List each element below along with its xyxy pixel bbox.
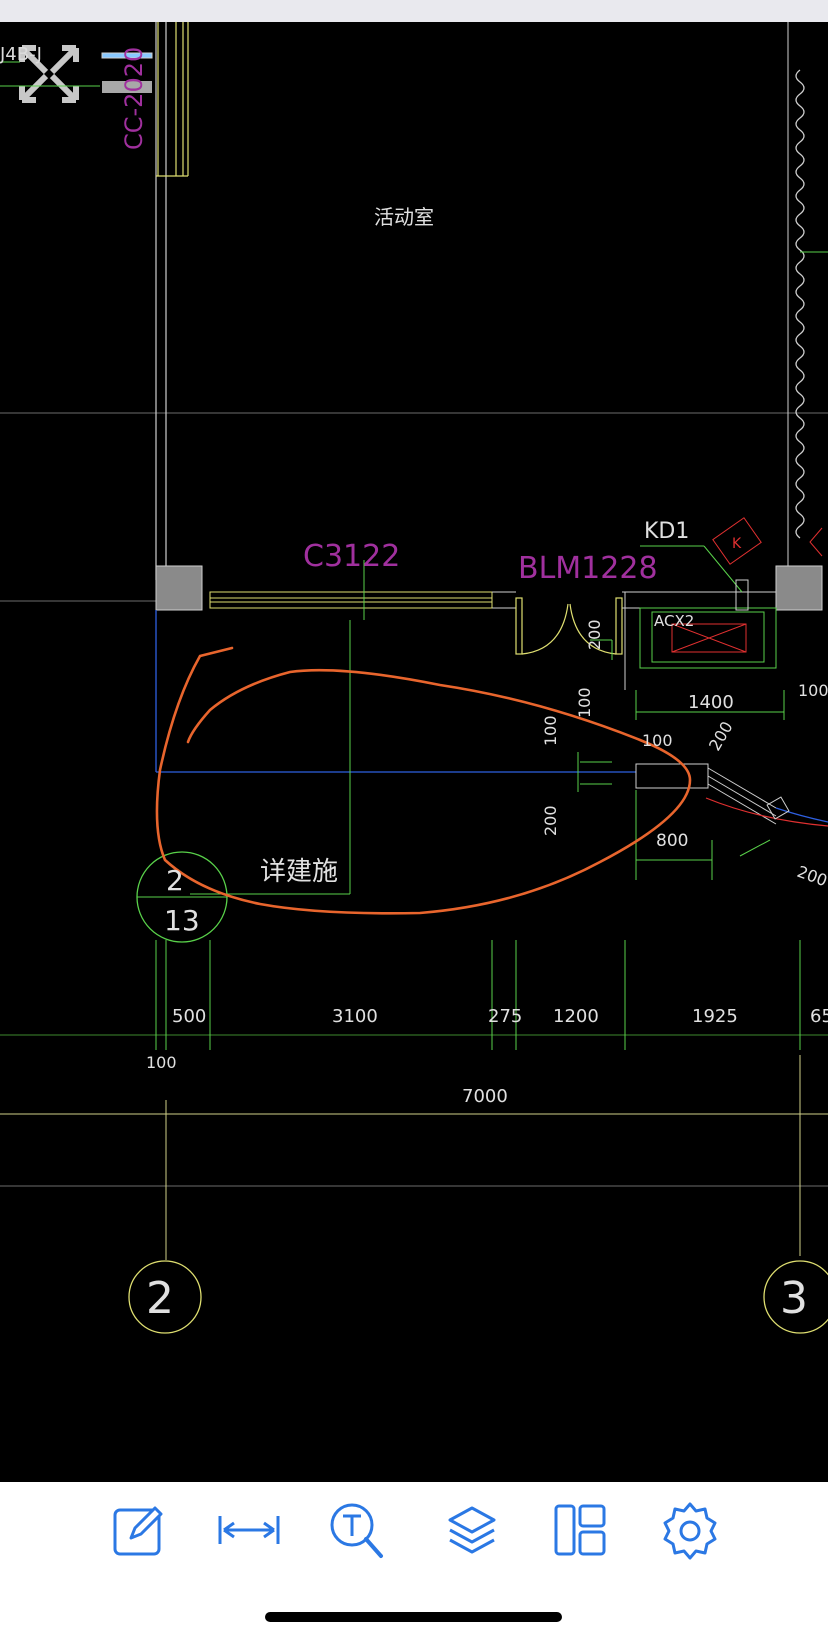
dim-text: 100: [541, 715, 560, 746]
detail-note: 详建施: [260, 857, 338, 887]
room-label: 活动室: [374, 205, 434, 229]
door-jamb: [515, 597, 523, 655]
door-tag: BLM1228: [518, 551, 658, 586]
detail-num-bottom: 13: [164, 904, 200, 937]
wall-hatch: [795, 69, 805, 539]
settings-button[interactable]: [654, 1494, 726, 1566]
markup-button[interactable]: [103, 1494, 175, 1566]
dim-text: 1200: [553, 1006, 599, 1027]
window-frame: [209, 591, 493, 609]
dim-text: 65: [810, 1006, 828, 1027]
dim-text: 200: [795, 862, 828, 890]
dim-text: 100: [798, 681, 828, 700]
dim-text: 200: [585, 619, 604, 650]
corner-label: J4B-J: [0, 44, 42, 65]
column: [155, 565, 203, 611]
dim-text: 100: [642, 731, 673, 750]
cad-drawing-canvas[interactable]: J4B-J CC-2020 活动室 KD1 K C3122 BLM1228 AC…: [0, 22, 828, 1482]
layout-icon: [554, 1504, 606, 1556]
grid-label-2: 2: [146, 1273, 174, 1324]
layers-icon: [448, 1506, 496, 1554]
cad-drawing[interactable]: J4B-J CC-2020 活动室 KD1 K C3122 BLM1228 AC…: [0, 22, 828, 1482]
measure-button[interactable]: [213, 1494, 285, 1566]
tag-k: K: [732, 536, 742, 552]
home-indicator[interactable]: [265, 1612, 562, 1622]
measure-icon: [218, 1516, 280, 1544]
dim-text: 100: [575, 687, 594, 718]
detail-num-top: 2: [166, 864, 184, 897]
tag-kd1: KD1: [644, 519, 689, 544]
dim-text: 200: [705, 718, 737, 754]
door-swing: [521, 603, 569, 655]
text-search-icon: [330, 1503, 383, 1558]
dim-text: 3100: [332, 1006, 378, 1027]
markup-pen-icon: [113, 1506, 163, 1556]
text-search-button[interactable]: [321, 1494, 393, 1566]
dim-text: 7000: [462, 1086, 508, 1107]
status-bar: [0, 0, 828, 22]
dim-text: 1925: [692, 1006, 738, 1027]
dim-text: 100: [146, 1053, 177, 1072]
dim-text: 500: [172, 1006, 206, 1027]
dim-text: 200: [541, 805, 560, 836]
cabinet-tag: ACX2: [654, 612, 694, 630]
dim-text: 275: [488, 1006, 522, 1027]
layers-button[interactable]: [436, 1494, 508, 1566]
dim-text: 1400: [688, 692, 734, 713]
markup-freehand[interactable]: [155, 646, 692, 915]
door-jamb: [615, 597, 623, 655]
bottom-toolbar: [0, 1482, 828, 1638]
settings-gear-icon: [663, 1502, 717, 1560]
window-tag: C3122: [303, 539, 400, 574]
layout-button[interactable]: [544, 1494, 616, 1566]
grid-label-3: 3: [780, 1273, 808, 1324]
vertical-tag: CC-2020: [120, 47, 148, 150]
column: [775, 565, 823, 611]
dim-text: 800: [656, 831, 688, 851]
